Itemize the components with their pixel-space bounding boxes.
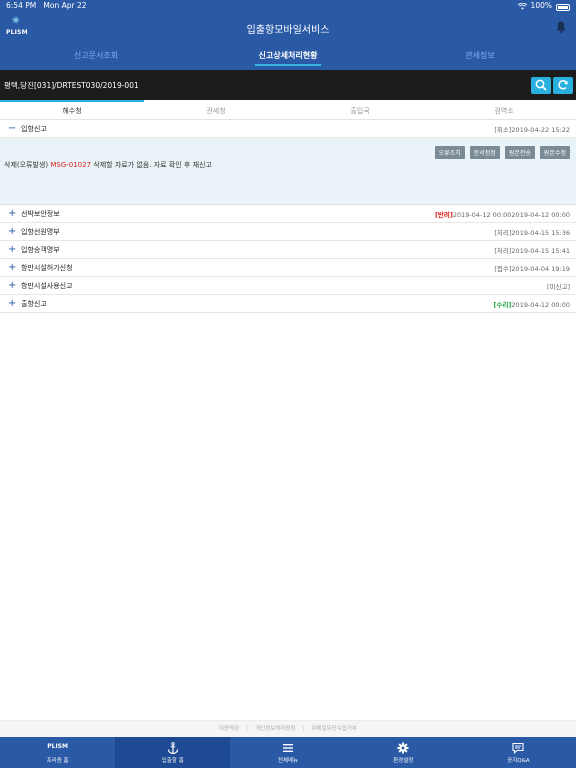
bottom-nav-all-menu[interactable]: 전체메뉴 — [230, 737, 345, 768]
bottom-nav-label: 환경설정 — [393, 758, 414, 764]
app-header: ❀ PLISM 입출항모바일서비스 — [0, 12, 576, 44]
bottom-nav-settings[interactable]: 환경설정 — [346, 737, 461, 768]
item-label: 입항신고 — [21, 125, 47, 133]
expand-icon[interactable]: + — [8, 226, 16, 238]
item-meta: [반려]2019-04-12 00:002019-04-12 00:00 — [435, 209, 570, 219]
tab-customs[interactable]: 관세청 — [144, 102, 288, 119]
chat-icon — [512, 742, 524, 754]
expand-icon[interactable]: + — [8, 244, 16, 256]
bottom-nav-label: 전체메뉴 — [277, 758, 299, 764]
item-meta: [미신고] — [547, 281, 570, 291]
org-tabs: 해수청 관세청 출입국 검역소 — [0, 102, 576, 120]
tab-customs-info[interactable]: 관세정보 — [384, 44, 576, 70]
bottom-nav-label: 공지Q&A — [507, 758, 530, 764]
list-item-departure-report[interactable]: + 출항신고 [수리]2019-04-12 00:00 — [0, 295, 576, 313]
footer-separator: | — [302, 726, 305, 732]
item-date: 2019-04-15 15:41 — [511, 247, 570, 255]
tab-detail-status[interactable]: 신고상세처리현황 — [192, 44, 384, 70]
item-label: 항만시설허가신청 — [21, 264, 73, 272]
bottom-nav: PLISM 프리즘 홈 입출항 홈 전체메뉴 환경설정 공지Q&A — [0, 737, 576, 768]
wifi-icon — [517, 2, 527, 10]
item-meta: [수리]2019-04-12 00:00 — [494, 299, 570, 309]
tab-immigration[interactable]: 출입국 — [288, 102, 432, 119]
item-status: [처리] — [494, 229, 512, 237]
item-detail-panel: 오류조치 문서정정 원본전송 원본수정 삭제(오류발생) MSG-01027 삭… — [0, 138, 576, 205]
item-status: [미신고] — [546, 283, 570, 291]
status-bar: 6:54 PM Mon Apr 22 100% — [0, 0, 576, 12]
footer-separator: | — [246, 726, 249, 732]
item-meta: [처리]2019-04-15 15:36 — [494, 227, 570, 237]
list-item-facility-use[interactable]: + 항만시설사용신고 [미신고] — [0, 277, 576, 295]
list-item-vessel-security[interactable]: + 선박보안정보 [반려]2019-04-12 00:002019-04-12 … — [0, 205, 576, 223]
message-code: MSG-01027 — [50, 161, 92, 169]
bell-icon[interactable] — [556, 21, 566, 33]
item-status: [반려] — [434, 211, 453, 219]
item-meta: [접수]2019-04-04 19:19 — [494, 263, 570, 273]
collapse-icon[interactable]: − — [8, 123, 16, 135]
search-bar: 평택,당진[031]/DRTEST030/2019-001 — [0, 70, 576, 100]
refresh-icon — [558, 80, 568, 90]
expand-icon[interactable]: + — [8, 298, 16, 310]
status-time-date: 6:54 PM Mon Apr 22 — [6, 0, 87, 12]
bottom-nav-notice-qna[interactable]: 공지Q&A — [461, 737, 576, 768]
search-icon — [535, 79, 547, 91]
item-label: 입항선원명부 — [21, 228, 60, 236]
original-send-button[interactable]: 원본전송 — [504, 146, 535, 159]
expand-icon[interactable]: + — [8, 280, 16, 292]
item-label: 선박보안정보 — [21, 210, 60, 218]
item-meta: [취소]2019-04-22 15:22 — [494, 124, 570, 134]
bottom-nav-label: 프리즘 홈 — [46, 758, 69, 764]
search-button[interactable] — [531, 77, 551, 94]
item-label: 입항승객명부 — [21, 246, 60, 254]
item-date: 2019-04-12 00:00 — [511, 301, 570, 309]
tab-quarantine[interactable]: 검역소 — [432, 102, 576, 119]
status-time: 6:54 PM — [6, 1, 37, 10]
original-edit-button[interactable]: 원본수정 — [539, 146, 570, 159]
bottom-nav-label: 입출항 홈 — [161, 758, 184, 764]
page-title: 입출항모바일서비스 — [246, 25, 330, 36]
item-status: [취소] — [494, 126, 512, 134]
refresh-button[interactable] — [553, 77, 573, 94]
tab-maritime-office[interactable]: 해수청 — [0, 102, 144, 119]
message-prefix: 삭제(오류발생) — [4, 161, 49, 169]
menu-icon — [283, 744, 293, 752]
bottom-nav-port-home[interactable]: 입출항 홈 — [115, 737, 231, 768]
tab-document-inquiry[interactable]: 신고문서조회 — [0, 44, 192, 70]
search-input[interactable]: 평택,당진[031]/DRTEST030/2019-001 — [4, 80, 139, 91]
item-date: 2019-04-22 15:22 — [511, 126, 570, 134]
footer-links: 이용약관 | 개인정보처리방침 | 이메일무단수집거부 — [0, 720, 576, 737]
email-policy-link[interactable]: 이메일무단수집거부 — [311, 726, 357, 732]
item-status: [수리] — [493, 301, 512, 309]
anchor-icon — [167, 742, 178, 754]
gear-icon — [397, 742, 409, 754]
item-label: 항만시설사용신고 — [21, 282, 73, 290]
list-item-entry-report[interactable]: − 입항신고 [취소]2019-04-22 15:22 — [0, 120, 576, 138]
status-date: Mon Apr 22 — [43, 1, 87, 10]
detail-buttons: 오류조치 문서정정 원본전송 원본수정 — [434, 146, 570, 159]
item-date: 2019-04-04 19:19 — [511, 265, 570, 273]
item-label: 출항신고 — [21, 300, 47, 308]
terms-link[interactable]: 이용약관 — [219, 726, 239, 732]
message-text: 삭제할 자료가 없음. 자료 확인 후 재신고 — [93, 161, 212, 169]
item-meta: [처리]2019-04-15 15:41 — [494, 245, 570, 255]
expand-icon[interactable]: + — [8, 208, 16, 220]
expand-icon[interactable]: + — [8, 262, 16, 274]
item-status: [처리] — [494, 247, 512, 255]
document-correct-button[interactable]: 문서정정 — [469, 146, 500, 159]
battery-icon — [556, 3, 570, 11]
plism-logo-small: PLISM — [47, 743, 68, 750]
item-date: 2019-04-12 00:002019-04-12 00:00 — [452, 211, 570, 219]
list-item-crew-list[interactable]: + 입항선원명부 [처리]2019-04-15 15:36 — [0, 223, 576, 241]
item-status: [접수] — [494, 265, 512, 273]
error-action-button[interactable]: 오류조치 — [434, 146, 465, 159]
detail-message: 삭제(오류발생) MSG-01027 삭제할 자료가 없음. 자료 확인 후 재… — [4, 160, 212, 170]
privacy-link[interactable]: 개인정보처리방침 — [255, 726, 295, 732]
item-date: 2019-04-15 15:36 — [511, 229, 570, 237]
main-nav-tabs: 신고문서조회 신고상세처리현황 관세정보 — [0, 44, 576, 70]
bottom-nav-plism-home[interactable]: PLISM 프리즘 홈 — [0, 737, 115, 768]
battery-percent: 100% — [530, 1, 552, 10]
list-item-passenger-list[interactable]: + 입항승객명부 [처리]2019-04-15 15:41 — [0, 241, 576, 259]
list-item-facility-permit[interactable]: + 항만시설허가신청 [접수]2019-04-04 19:19 — [0, 259, 576, 277]
status-right: 100% — [517, 0, 570, 12]
